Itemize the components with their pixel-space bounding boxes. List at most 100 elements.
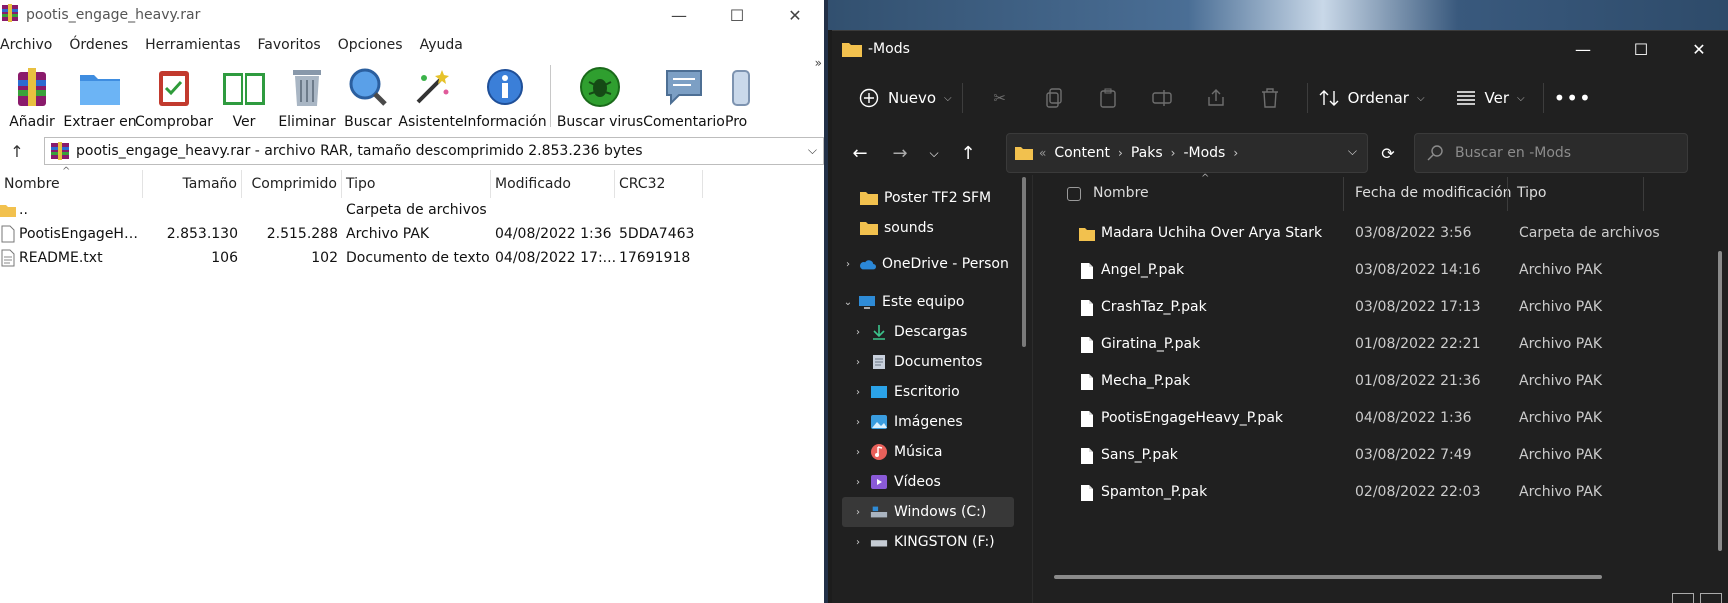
comment-button[interactable]: Comentario [643,62,725,130]
maximize-button[interactable]: ☐ [708,0,766,30]
forward-button[interactable]: → [886,139,914,167]
list-item[interactable]: CrashTaz_P.pak 03/08/2022 17:13 Archivo … [1033,289,1728,326]
column-divider[interactable] [1343,177,1344,211]
sidebar-item-desktop[interactable]: › Escritorio [852,377,1034,407]
sidebar-item-onedrive[interactable]: › OneDrive - Person [842,249,1024,279]
sidebar-item-pictures[interactable]: › Imágenes [852,407,1034,437]
chevron-right-icon[interactable]: › [842,259,854,270]
chevron-right-icon[interactable]: › [852,327,864,338]
col-name[interactable]: Nombre [0,170,143,198]
protect-button[interactable]: Pro [725,62,755,130]
view-button[interactable]: Ver ⌵ [1455,78,1525,118]
sidebar-item-videos[interactable]: › Vídeos [852,467,1034,497]
find-button[interactable]: Buscar [338,62,398,130]
close-button[interactable]: ✕ [766,0,824,30]
sort-button[interactable]: Ordenar ⌵ [1318,78,1425,118]
add-button[interactable]: Añadir [0,62,64,130]
chevron-right-icon[interactable]: › [852,357,864,368]
select-all-checkbox[interactable] [1067,187,1081,201]
back-button[interactable]: ← [846,139,874,167]
chevron-right-icon[interactable]: › [852,477,864,488]
breadcrumb-mods[interactable]: -Mods [1183,145,1225,161]
recent-locations-button[interactable]: ⌵ [920,139,948,167]
virus-scan-button[interactable]: Buscar virus [557,62,643,130]
up-button[interactable]: ↑ [954,139,982,167]
menu-favoritos[interactable]: Favoritos [258,37,321,53]
refresh-button[interactable]: ⟳ [1374,139,1402,167]
details-view-icon[interactable] [1672,593,1694,603]
delete-button[interactable]: Eliminar [276,62,338,130]
column-divider[interactable] [1507,177,1508,211]
col-packed[interactable]: Comprimido [242,170,342,198]
chevron-down-icon[interactable]: ⌵ [1348,144,1357,159]
sidebar-item-poster-tf2-sfm[interactable]: Poster TF2 SFM [860,183,1042,213]
chevron-right-icon[interactable]: › [1233,146,1238,160]
chevron-right-icon[interactable]: › [852,417,864,428]
chevron-down-icon[interactable]: ⌄ [842,297,854,308]
col-name[interactable]: Nombre [1093,185,1149,201]
col-size[interactable]: Tamaño [143,170,242,198]
chevron-right-icon[interactable]: › [1118,146,1123,160]
breadcrumb-content[interactable]: Content [1054,145,1110,161]
winrar-titlebar[interactable]: pootis_engage_heavy.rar — ☐ ✕ [0,0,824,30]
wizard-button[interactable]: Asistente [398,62,464,130]
sidebar-item-windows-c[interactable]: › Windows (C:) [842,497,1014,527]
sidebar-item-kingston-f[interactable]: › KINGSTON (F:) [852,527,1034,557]
extract-button[interactable]: Extraer en [63,62,137,130]
copy-button[interactable] [1043,78,1065,118]
sidebar-item-downloads[interactable]: › Descargas [852,317,1034,347]
breadcrumb[interactable]: « Content › Paks › -Mods › ⌵ [1006,133,1368,173]
navpane-scrollbar[interactable] [1022,177,1026,347]
delete-button[interactable] [1259,78,1281,118]
col-type[interactable]: Tipo [342,170,491,198]
table-row[interactable]: PootisEngageHe... 2.853.130 2.515.288 Ar… [0,222,824,246]
tiles-view-icon[interactable] [1700,593,1722,603]
minimize-button[interactable]: — [1554,31,1612,67]
menu-archivo[interactable]: Archivo [0,37,52,53]
search-input[interactable]: Buscar en -Mods [1414,133,1688,173]
col-date[interactable]: Fecha de modificación [1355,185,1512,201]
explorer-titlebar[interactable]: -Mods — ☐ ✕ [832,31,1728,67]
list-item[interactable]: Mecha_P.pak 01/08/2022 21:36 Archivo PAK [1033,363,1728,400]
sidebar-item-this-pc[interactable]: ⌄ Este equipo [842,287,1024,317]
horizontal-scrollbar[interactable] [1054,575,1602,579]
col-modified[interactable]: Modificado [491,170,615,198]
cut-button[interactable]: ✂ [989,78,1011,118]
col-type[interactable]: Tipo [1517,185,1546,201]
chevron-right-icon[interactable]: › [852,447,864,458]
list-item[interactable]: Spamton_P.pak 02/08/2022 22:03 Archivo P… [1033,474,1728,511]
menu-opciones[interactable]: Opciones [338,37,403,53]
chevron-right-icon[interactable]: › [1171,146,1176,160]
menu-herramientas[interactable]: Herramientas [145,37,240,53]
toolbar-overflow-icon[interactable]: » [815,56,822,70]
list-item[interactable]: Madara Uchiha Over Arya Stark 03/08/2022… [1033,215,1728,252]
test-button[interactable]: Comprobar [135,62,213,130]
table-row[interactable]: README.txt 106 102 Documento de texto 04… [0,246,824,270]
chevron-right-icon[interactable]: › [852,507,864,518]
chevron-right-icon[interactable]: › [852,537,864,548]
menu-ordenes[interactable]: Órdenes [69,37,128,53]
breadcrumb-paks[interactable]: Paks [1131,145,1163,161]
list-item[interactable]: Sans_P.pak 03/08/2022 7:49 Archivo PAK [1033,437,1728,474]
column-divider[interactable] [1643,177,1644,211]
new-button[interactable]: Nuevo ⌵ [858,78,952,118]
paste-button[interactable] [1097,78,1119,118]
close-button[interactable]: ✕ [1670,31,1728,67]
sidebar-item-documents[interactable]: › Documentos [852,347,1034,377]
list-item[interactable]: Giratina_P.pak 01/08/2022 22:21 Archivo … [1033,326,1728,363]
sidebar-item-music[interactable]: › Música [852,437,1034,467]
up-folder-button[interactable]: ↑ [0,142,34,161]
share-button[interactable] [1205,78,1227,118]
menu-ayuda[interactable]: Ayuda [420,37,463,53]
view-button[interactable]: Ver [212,62,276,130]
list-item[interactable]: PootisEngageHeavy_P.pak 04/08/2022 1:36 … [1033,400,1728,437]
more-options-button[interactable]: ••• [1553,78,1590,118]
list-item[interactable]: Angel_P.pak 03/08/2022 14:16 Archivo PAK [1033,252,1728,289]
sidebar-item-sounds[interactable]: sounds [860,213,1042,243]
chevron-right-icon[interactable]: › [852,387,864,398]
info-button[interactable]: Información [463,62,547,130]
table-row[interactable]: .. Carpeta de archivos [0,198,824,222]
overflow-chevron-icon[interactable]: « [1039,146,1046,160]
vertical-scrollbar[interactable] [1718,251,1722,551]
chevron-down-icon[interactable]: ⌵ [808,143,817,158]
